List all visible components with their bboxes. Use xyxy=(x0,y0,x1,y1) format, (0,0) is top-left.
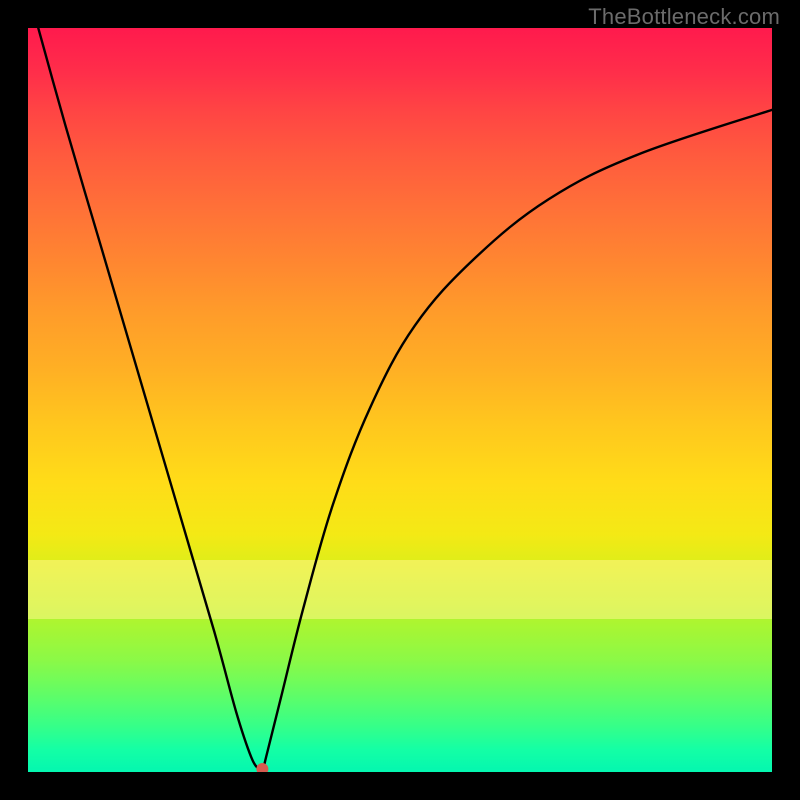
watermark-text: TheBottleneck.com xyxy=(588,4,780,30)
plot-area xyxy=(28,28,772,772)
minimum-marker xyxy=(256,763,268,772)
curve-svg xyxy=(28,28,772,772)
bottleneck-curve xyxy=(28,28,772,772)
chart-frame: TheBottleneck.com xyxy=(0,0,800,800)
